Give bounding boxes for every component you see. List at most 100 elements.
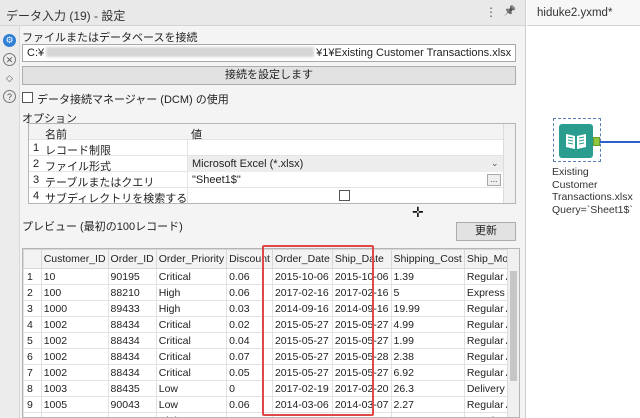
table-row[interactable]: 1 10 90195 Critical 0.06 2015-10-06 2015-10-06… — [23, 268, 519, 285]
tag-icon[interactable]: ◇ — [3, 72, 16, 85]
file-format-select[interactable]: Microsoft Excel (*.xlsx) — [187, 156, 503, 172]
table-cell[interactable]: 2015-05-27 — [271, 332, 333, 349]
preview-scroll-thumb[interactable] — [510, 271, 517, 381]
table-cell[interactable]: 88210 — [107, 284, 157, 301]
table-cell[interactable]: 26.3 — [390, 380, 465, 397]
preview-scrollbar[interactable] — [507, 249, 519, 417]
table-cell[interactable]: 2015-05-27 — [331, 332, 392, 349]
table-row[interactable]: 6 1002 88434 Critical 0.07 2015-05-27 2015-05-… — [23, 348, 519, 365]
table-cell[interactable]: 2014-03-06 — [271, 396, 333, 413]
table-cell[interactable]: 2014-09-16 — [271, 300, 333, 317]
table-cell[interactable]: 2017-02-20 — [331, 380, 392, 397]
more-menu-icon[interactable]: ⋮ — [484, 5, 498, 19]
options-scrollbar[interactable] — [503, 124, 515, 203]
option-row[interactable]: 3 テーブルまたはクエリ "Sheet1$" ... — [29, 172, 505, 189]
table-cell[interactable]: Critical — [155, 332, 228, 349]
table-row[interactable]: 5 1002 88434 Critical 0.04 2015-05-27 2015-05-… — [23, 332, 519, 349]
column-header[interactable]: Ship_Date — [331, 249, 392, 269]
help-icon[interactable]: ? — [3, 90, 16, 103]
table-cell[interactable]: 19.99 — [390, 300, 465, 317]
table-row[interactable]: 2 100 88210 High 0.06 2017-02-16 2017-02-16 5 Ex… — [23, 284, 519, 301]
pin-icon[interactable]: 📌 — [503, 5, 517, 19]
table-cell[interactable]: 0.06 — [226, 284, 273, 301]
ellipsis-button[interactable]: ... — [487, 174, 501, 186]
table-cell[interactable]: 2015-05-27 — [271, 348, 333, 365]
workflow-canvas[interactable] — [527, 27, 640, 418]
table-cell[interactable]: 0 — [226, 380, 273, 397]
table-cell[interactable]: 1002 — [40, 332, 109, 349]
table-cell[interactable]: 90043 — [107, 396, 157, 413]
table-row[interactable]: 9 1005 90043 Low 0.06 2014-03-06 2014-03-07 2.2… — [23, 396, 519, 413]
table-cell[interactable]: 0.07 — [226, 348, 273, 365]
table-cell[interactable]: 1002 — [40, 348, 109, 365]
option-value[interactable] — [187, 140, 503, 156]
table-cell[interactable]: 2015-10-06 — [331, 268, 392, 285]
table-cell[interactable]: Critical — [155, 364, 228, 381]
table-cell[interactable]: 1002 — [40, 364, 109, 381]
table-cell[interactable]: 2015-05-28 — [331, 348, 392, 365]
table-cell[interactable]: 2015-10-06 — [271, 268, 333, 285]
table-cell[interactable]: Low — [155, 380, 228, 397]
table-cell[interactable]: 100 — [40, 284, 109, 301]
table-cell[interactable]: 88434 — [107, 332, 157, 349]
column-header[interactable]: Customer_ID — [40, 249, 109, 269]
table-cell[interactable]: 17.48 — [390, 412, 465, 417]
table-cell[interactable]: 2014-09-16 — [331, 300, 392, 317]
x-circle-icon[interactable]: ✕ — [3, 53, 16, 66]
table-cell[interactable]: 1.99 — [390, 332, 465, 349]
table-cell[interactable]: 1005 — [40, 412, 109, 417]
column-header[interactable]: Shipping_Cost — [390, 249, 465, 269]
column-header[interactable]: Order_ID — [107, 249, 157, 269]
dcm-checkbox[interactable] — [22, 92, 33, 103]
table-cell[interactable]: 88435 — [107, 380, 157, 397]
column-header[interactable]: Order_Priority — [155, 249, 228, 269]
column-header[interactable]: Discount — [226, 249, 273, 269]
table-row[interactable]: 10100590044High0.022014-08-292014-08-291… — [23, 412, 519, 417]
table-cell[interactable]: 1000 — [40, 300, 109, 317]
gear-icon[interactable]: ⚙ — [3, 34, 16, 47]
table-cell[interactable]: 0.06 — [226, 396, 273, 413]
table-cell[interactable]: 2015-05-27 — [271, 316, 333, 333]
table-cell[interactable]: 1003 — [40, 380, 109, 397]
table-row[interactable]: 4 1002 88434 Critical 0.02 2015-05-27 2015-05-… — [23, 316, 519, 333]
search-subdir-checkbox[interactable] — [339, 190, 350, 201]
table-cell[interactable]: 2015-05-27 — [331, 316, 392, 333]
input-data-tool[interactable] — [559, 124, 593, 158]
table-cell[interactable]: 1.39 — [390, 268, 465, 285]
table-cell[interactable]: 0.04 — [226, 332, 273, 349]
file-path-input[interactable]: C:¥ ¥1¥Existing Customer Transactions.xls… — [22, 44, 516, 62]
connect-button[interactable]: 接続を設定します — [22, 66, 516, 85]
table-cell[interactable]: 89433 — [107, 300, 157, 317]
table-cell[interactable]: Critical — [155, 268, 228, 285]
table-cell[interactable]: High — [155, 284, 228, 301]
chevron-down-icon[interactable]: ⌄ — [491, 158, 499, 169]
table-cell[interactable]: 90195 — [107, 268, 157, 285]
table-cell[interactable]: 0.02 — [226, 316, 273, 333]
table-cell[interactable]: 1002 — [40, 316, 109, 333]
table-cell[interactable]: 88434 — [107, 364, 157, 381]
option-row[interactable]: 4 サブディレクトリを検索する — [29, 188, 505, 203]
table-cell[interactable]: 2015-05-27 — [271, 364, 333, 381]
table-cell[interactable]: 2017-02-16 — [271, 284, 333, 301]
table-cell[interactable]: 88434 — [107, 316, 157, 333]
table-cell[interactable]: Critical — [155, 316, 228, 333]
column-header[interactable]: Order_Date — [271, 249, 333, 269]
table-cell[interactable]: 0.03 — [226, 300, 273, 317]
table-cell[interactable]: 1005 — [40, 396, 109, 413]
table-cell[interactable]: High — [155, 412, 228, 417]
table-cell[interactable]: 0.05 — [226, 364, 273, 381]
table-cell[interactable]: 88434 — [107, 348, 157, 365]
option-row[interactable]: 1 レコード制限 — [29, 140, 505, 157]
table-cell[interactable]: 4.99 — [390, 316, 465, 333]
table-cell[interactable]: 2.38 — [390, 348, 465, 365]
table-query-value[interactable]: "Sheet1$" — [187, 172, 503, 188]
table-cell[interactable]: 2017-02-16 — [331, 284, 392, 301]
table-cell[interactable]: Critical — [155, 348, 228, 365]
table-cell[interactable]: High — [155, 300, 228, 317]
output-anchor[interactable] — [593, 137, 600, 146]
table-cell[interactable]: 2014-08-29 — [331, 412, 392, 417]
connection-line[interactable] — [600, 141, 640, 143]
workflow-tab[interactable]: hiduke2.yxmd* — [527, 0, 640, 26]
table-row[interactable]: 8 1003 88435 Low 0 2017-02-19 2017-02-20 26.3 De… — [23, 380, 519, 397]
table-row[interactable]: 3 1000 89433 High 0.03 2014-09-16 2014-09-16 19… — [23, 300, 519, 317]
